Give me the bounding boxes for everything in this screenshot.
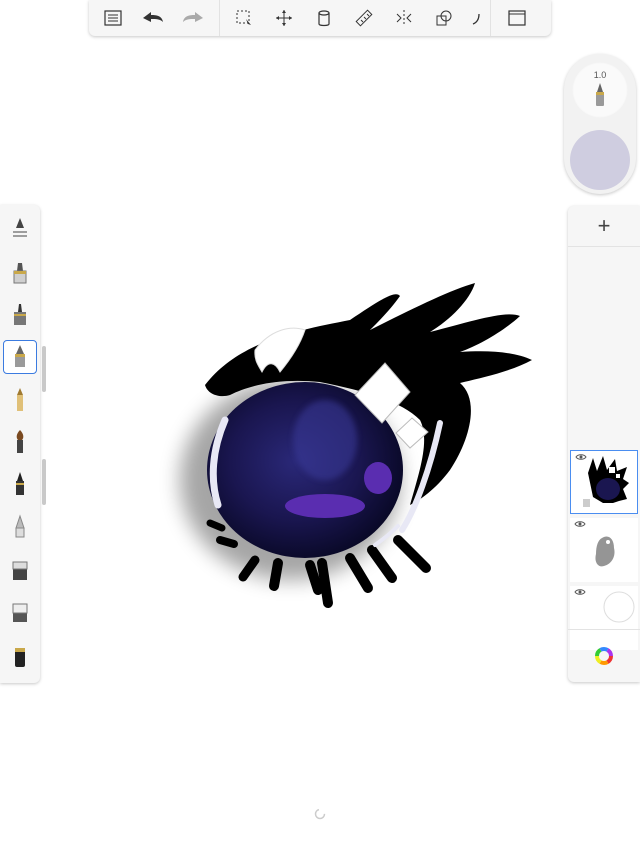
transform-button[interactable] [264, 0, 304, 36]
smudge-icon [15, 648, 25, 667]
palette-drag-handle[interactable] [42, 346, 46, 392]
bucket-fill-icon [318, 10, 330, 27]
iris-reflection-side [364, 462, 392, 494]
airbrush-brush[interactable] [3, 510, 37, 544]
undo-icon [143, 12, 163, 22]
layer-thumbnail[interactable] [570, 450, 638, 514]
ballpoint-pen-brush[interactable] [3, 340, 37, 374]
add-layer-button[interactable]: + [568, 206, 640, 247]
add-layer-label: + [597, 213, 611, 238]
brush-settings-icon [13, 218, 27, 237]
brush-settings-button[interactable] [3, 210, 37, 244]
gallery-list-button[interactable] [93, 0, 133, 36]
symmetry-button[interactable] [384, 0, 424, 36]
palette-drag-handle[interactable] [42, 459, 46, 505]
technical-pen-icon [14, 304, 26, 325]
loading-spinner-icon [314, 808, 326, 820]
marker-icon [16, 472, 24, 495]
airbrush-icon [15, 514, 25, 538]
eraser-icon [12, 561, 28, 580]
fountain-pen-brush[interactable] [3, 383, 37, 417]
paintbrush-icon [16, 430, 24, 453]
shapes-icon [436, 10, 452, 26]
selection-icon [236, 10, 251, 25]
layers-panel: + [568, 206, 640, 682]
color-wheel-icon [595, 647, 613, 665]
technical-pen-brush[interactable] [3, 299, 37, 333]
curve-button[interactable] [464, 0, 488, 36]
smudge-brush[interactable] [3, 640, 37, 674]
curve-icon [472, 13, 480, 25]
pencil-brush[interactable] [3, 257, 37, 291]
shapes-button[interactable] [424, 0, 464, 36]
iris-reflection-low [285, 494, 365, 518]
redo-icon [183, 12, 203, 22]
pencil-icon [13, 263, 27, 284]
transform-icon [276, 10, 292, 26]
soft-eraser-brush[interactable] [3, 595, 37, 629]
fill-button[interactable] [304, 0, 344, 36]
selection-button[interactable] [224, 0, 264, 36]
background-layer-icon [603, 591, 635, 623]
brush-puck[interactable]: 1.0 [564, 54, 636, 194]
soft-eraser-icon [12, 603, 28, 622]
drawing-canvas[interactable] [0, 0, 640, 853]
eraser-brush[interactable] [3, 553, 37, 587]
redo-button[interactable] [173, 0, 213, 36]
fullscreen-icon [508, 10, 526, 26]
toolbar-separator [490, 0, 491, 36]
brush-size-control[interactable]: 1.0 [572, 62, 628, 118]
paintbrush-brush[interactable] [3, 425, 37, 459]
color-editor-button[interactable] [568, 629, 640, 682]
list-icon [104, 10, 122, 26]
symmetry-icon [396, 10, 412, 26]
layer-preview [595, 536, 615, 567]
iris-glow [293, 400, 357, 480]
toolbar-separator [219, 0, 220, 36]
ruler-button[interactable] [344, 0, 384, 36]
ruler-icon [355, 9, 373, 27]
undo-button[interactable] [133, 0, 173, 36]
layer-preview [583, 456, 629, 507]
fullscreen-button[interactable] [497, 0, 537, 36]
fountain-pen-icon [17, 388, 23, 411]
top-toolbar [89, 0, 551, 36]
brush-color-swatch[interactable] [570, 130, 630, 190]
eye-icon [574, 589, 586, 595]
marker-brush[interactable] [3, 467, 37, 501]
layer-thumbnail[interactable] [570, 518, 638, 582]
brush-palette [0, 205, 40, 683]
brush-size-value: 1.0 [593, 70, 607, 80]
ballpoint-pen-icon [15, 345, 25, 367]
brush-tip-icon [596, 83, 604, 106]
